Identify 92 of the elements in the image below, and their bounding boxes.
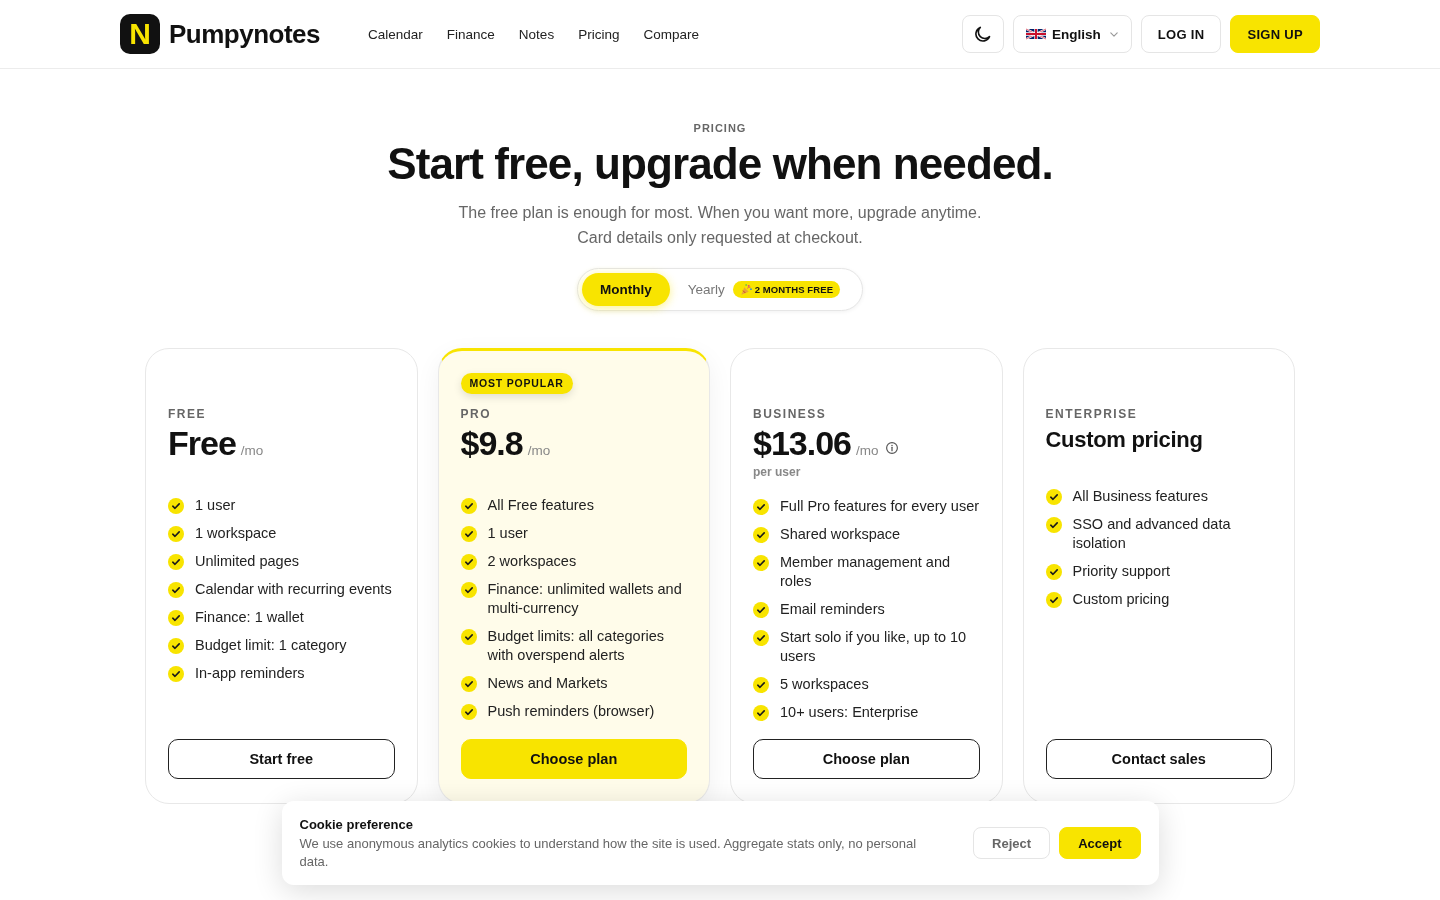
feature-text: SSO and advanced data isolation [1072,515,1232,553]
feature-text: Priority support [1072,562,1170,581]
section-eyebrow: PRICING [693,121,747,135]
check-icon [460,553,477,570]
plan-price: $9.8 [460,423,523,463]
feature-text: Shared workspace [780,525,901,544]
billing-option[interactable]: Yearly 2 MONTHS FREE [669,273,859,306]
chevron-down-icon [1109,31,1118,37]
plan-name: FREE [168,407,207,421]
feature-text: All Business features [1072,487,1208,506]
check-icon [753,498,769,515]
check-icon [460,675,477,692]
feature-text: Member management and roles [780,553,952,591]
nav-link[interactable]: Calendar [368,26,423,42]
price-unit: /mo [240,443,264,458]
cookie-text: We use anonymous analytics cookies to understand how the site is used. Aggregate stats only, no personal data. [299,834,918,871]
nav-link[interactable]: Compare [643,26,699,42]
feature-text: In-app reminders [195,664,305,683]
check-icon [1045,488,1062,505]
party-popper-icon [740,284,752,295]
feature-text: Budget limit: 1 category [195,636,347,655]
feature-text: Finance: 1 wallet [195,608,304,627]
moon-icon [975,26,992,42]
nav-link[interactable]: Pricing [578,26,620,42]
feature-text: Calendar with recurring events [195,580,392,599]
check-icon [168,525,184,542]
feature-text: News and Markets [487,674,608,693]
feature-text: 2 workspaces [487,552,577,571]
flag-icon [1026,28,1047,40]
check-icon [753,676,769,693]
promo-text: 2 MONTHS FREE [754,284,834,295]
plan-name: ENTERPRISE [1045,407,1139,421]
feature-text: Custom pricing [1072,590,1170,609]
feature-text: 1 user [195,496,236,515]
check-icon [168,637,184,654]
check-icon [460,703,477,720]
signup-button[interactable]: SIGN UP [1230,15,1320,53]
check-icon [753,629,769,646]
price-unit: /mo [527,443,551,458]
price-note: per user [753,464,802,480]
feature-text: Unlimited pages [195,552,299,571]
feature-text: Start solo if you like, up to 10 users [780,628,968,666]
plan-button[interactable]: Contact sales [1045,739,1272,779]
feature-text: Budget limits: all categories with overspend alerts [487,627,665,665]
accept-button[interactable]: Accept [1059,827,1141,859]
feature-text: Finance: unlimited wallets and multi-currency [487,580,683,618]
billing-option[interactable]: Monthly [581,273,670,306]
feature-text: All Free features [487,496,594,515]
reject-button[interactable]: Reject [973,827,1051,859]
feature-text: 5 workspaces [780,675,869,694]
plan-price: Custom pricing [1045,426,1203,454]
login-button[interactable]: LOG IN [1140,15,1222,53]
page-heading: Start free, upgrade when needed. [387,138,1053,190]
check-icon [753,554,769,571]
price-unit: /mo [856,443,879,458]
plan-button[interactable]: Choose plan [460,739,687,779]
check-icon [168,609,184,626]
nav-link[interactable]: Finance [446,26,495,42]
plan-button[interactable]: Choose plan [753,739,980,779]
popular-badge: MOST POPULAR [460,373,573,394]
theme-toggle-button[interactable] [962,15,1005,53]
nav-link[interactable]: Notes [518,26,555,42]
check-icon [753,704,769,721]
logo-mark: N [120,14,160,54]
check-icon [460,628,477,645]
check-icon [460,525,477,542]
check-icon [753,526,769,543]
plan-name: BUSINESS [753,407,828,421]
check-icon [460,581,477,598]
check-icon [1045,516,1062,533]
check-icon [168,665,184,682]
plan-button[interactable]: Start free [168,739,395,779]
feature-text: Email reminders [780,600,885,619]
check-icon [1045,591,1062,608]
cookie-title: Cookie preference [299,815,414,834]
feature-text: Push reminders (browser) [487,702,655,721]
plan-name: PRO [460,407,492,421]
check-icon [168,497,184,514]
feature-text: 10+ users: Enterprise [780,703,919,722]
check-icon [460,497,477,514]
plan-price: $13.06 [753,423,851,463]
feature-text: 1 user [487,524,528,543]
plan-price: Free [168,423,236,463]
check-icon [1045,563,1062,580]
check-icon [753,601,769,618]
brand-name: Pumpynotes [169,18,321,50]
feature-text: Full Pro features for every user [780,497,980,516]
page-subtitle: The free plan is enough for most. When you want more, upgrade anytime. Card details only requested at checkout. [457,203,983,248]
feature-text: 1 workspace [195,524,277,543]
check-icon [168,553,184,570]
language-dropdown[interactable]: English [1013,15,1132,53]
check-icon [168,581,184,598]
